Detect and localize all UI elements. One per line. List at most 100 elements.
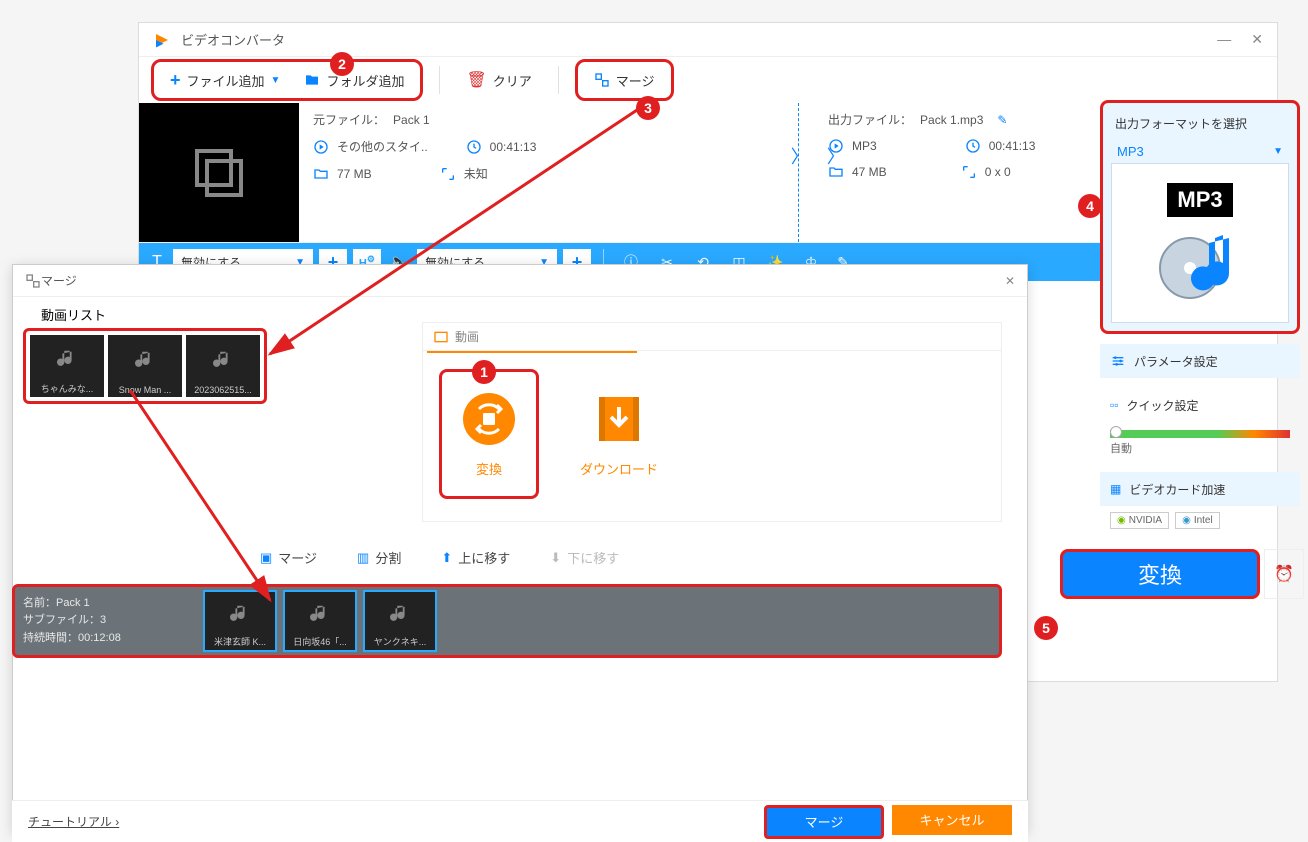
titlebar: ビデオコンバータ — ✕ <box>139 23 1277 57</box>
slider-knob[interactable] <box>1110 426 1122 438</box>
minimize-icon[interactable]: — <box>1217 31 1231 48</box>
annotation-badge-5: 5 <box>1034 616 1058 640</box>
folder-plus-icon <box>304 72 320 88</box>
chevron-right-icon: 〉 <box>827 143 845 169</box>
chevron-down-icon: ▼ <box>1273 146 1283 157</box>
stack-icon <box>189 143 249 203</box>
crop-icon <box>961 164 977 180</box>
sliders-icon <box>1110 353 1126 369</box>
cancel-button[interactable]: キャンセル <box>892 805 1012 835</box>
source-duration: 00:41:13 <box>490 140 537 154</box>
merge-button[interactable]: マージ <box>584 64 665 96</box>
merge-confirm-button[interactable]: マージ <box>764 805 884 839</box>
add-file-button[interactable]: + ファイル追加 ▼ <box>160 64 290 96</box>
schedule-button[interactable]: ⏰ <box>1264 549 1304 599</box>
alarm-clock-icon: ⏰ <box>1274 564 1294 584</box>
clear-label: クリア <box>493 71 532 90</box>
param-settings-label: パラメータ設定 <box>1134 353 1218 370</box>
close-icon[interactable]: ✕ <box>1251 31 1263 48</box>
clear-button[interactable]: 🗑 クリア <box>456 64 541 96</box>
add-file-label: ファイル追加 <box>187 71 265 90</box>
music-note-icon <box>131 349 159 371</box>
output-resolution: 0 x 0 <box>985 165 1011 179</box>
app-title: ビデオコンバータ <box>181 30 285 49</box>
crop-icon <box>440 166 456 182</box>
format-selector-value: MP3 <box>1117 144 1144 159</box>
tool-move-down: ⬇下に移す <box>550 548 619 567</box>
convert-tile-label: 変換 <box>476 459 502 478</box>
source-file-name: Pack 1 <box>393 113 430 127</box>
disc-music-icon <box>1155 223 1245 303</box>
source-resolution: 未知 <box>464 165 488 182</box>
play-circle-icon <box>313 139 329 155</box>
clock-icon <box>466 139 482 155</box>
add-folder-button[interactable]: フォルダ追加 <box>294 64 414 96</box>
quick-settings-label: クイック設定 <box>1127 397 1199 414</box>
tutorial-link[interactable]: チュートリアル › <box>28 813 119 830</box>
source-info: 元ファイル：Pack 1 その他のスタイ.. 00:41:13 77 MB 未知 <box>313 111 788 234</box>
list-item[interactable]: 米津玄師 K... <box>203 590 277 652</box>
music-note-icon <box>386 603 414 625</box>
pack-bar: 名前：Pack 1 サブファイル：3 持続時間：00:12:08 米津玄師 K.… <box>12 584 1002 658</box>
merge-dialog-footer: チュートリアル › マージ キャンセル <box>12 800 1028 842</box>
gpu-accel-label: ビデオカード加速 <box>1129 481 1225 498</box>
merge-icon: ▣ <box>260 550 272 566</box>
tool-move-up[interactable]: ⬆上に移す <box>441 548 510 567</box>
edit-icon[interactable]: ✎ <box>997 113 1007 127</box>
gpu-nvidia: ◉NVIDIA <box>1110 512 1169 529</box>
arrow-down-icon: ⬇ <box>550 550 561 566</box>
download-tile-label: ダウンロード <box>580 459 658 478</box>
tool-merge[interactable]: ▣マージ <box>260 548 317 567</box>
format-selector[interactable]: MP3 ▼ <box>1111 140 1289 163</box>
film-icon <box>433 329 449 345</box>
merge-label: マージ <box>616 71 655 90</box>
list-item[interactable]: 日向坂46「... <box>283 590 357 652</box>
merge-toolbar: ▣マージ ▥分割 ⬆上に移す ⬇下に移す <box>260 548 619 567</box>
output-file-label: 出力ファイル： <box>828 111 912 128</box>
music-note-icon <box>209 349 237 371</box>
clock-icon <box>965 138 981 154</box>
trash-icon: 🗑 <box>466 70 486 90</box>
pack-duration: 00:12:08 <box>78 632 121 644</box>
source-style: その他のスタイ.. <box>337 138 428 155</box>
music-note-icon <box>226 603 254 625</box>
convert-tile[interactable]: 変換 <box>439 369 539 499</box>
chip-icon: ▦ <box>1110 482 1121 496</box>
arrow-up-icon: ⬆ <box>441 550 452 566</box>
toolbar: + ファイル追加 ▼ フォルダ追加 🗑 クリア マージ <box>139 57 1277 103</box>
separator <box>439 66 440 94</box>
app-logo-icon <box>153 31 171 49</box>
download-tile[interactable]: ダウンロード <box>569 369 669 499</box>
separator <box>558 66 559 94</box>
pack-sub-count: 3 <box>100 614 106 626</box>
list-item[interactable]: 2023062515... <box>186 335 260 397</box>
source-video-list: ちゃんみな... Snow Man ... 2023062515... <box>23 328 267 404</box>
tool-split[interactable]: ▥分割 <box>357 548 401 567</box>
pack-name: Pack 1 <box>56 597 90 609</box>
action-chooser-header: 動画 <box>423 323 1001 351</box>
parameter-settings-button[interactable]: パラメータ設定 <box>1100 344 1300 378</box>
format-badge: MP3 <box>1167 183 1232 217</box>
format-preview: MP3 <box>1111 163 1289 323</box>
annotation-badge-3: 3 <box>636 96 660 120</box>
merge-icon <box>25 273 41 289</box>
list-item[interactable]: ちゃんみな... <box>30 335 104 397</box>
annotation-badge-1: 1 <box>472 360 496 384</box>
close-icon[interactable]: ✕ <box>1005 274 1015 288</box>
annotation-badge-4: 4 <box>1078 194 1102 218</box>
quality-slider[interactable] <box>1110 430 1290 438</box>
output-format-panel: 出力フォーマットを選択 MP3 ▼ MP3 <box>1100 100 1300 334</box>
chevron-down-icon: ▼ <box>271 75 281 86</box>
gpu-intel: ◉Intel <box>1175 512 1220 529</box>
slider-label: 自動 <box>1100 440 1300 462</box>
source-thumbnail[interactable] <box>139 103 299 242</box>
action-chooser-card: 動画 変換 ダウンロード <box>422 322 1002 522</box>
select-format-title: 出力フォーマットを選択 <box>1111 111 1289 140</box>
output-duration: 00:41:13 <box>989 139 1036 153</box>
convert-button[interactable]: 変換 <box>1060 549 1260 599</box>
merge-dialog-titlebar: マージ ✕ <box>13 265 1027 297</box>
list-item[interactable]: ヤンクネキ... <box>363 590 437 652</box>
list-item[interactable]: Snow Man ... <box>108 335 182 397</box>
pack-info: 名前：Pack 1 サブファイル：3 持続時間：00:12:08 <box>23 595 203 648</box>
convert-button-label: 変換 <box>1138 558 1182 590</box>
